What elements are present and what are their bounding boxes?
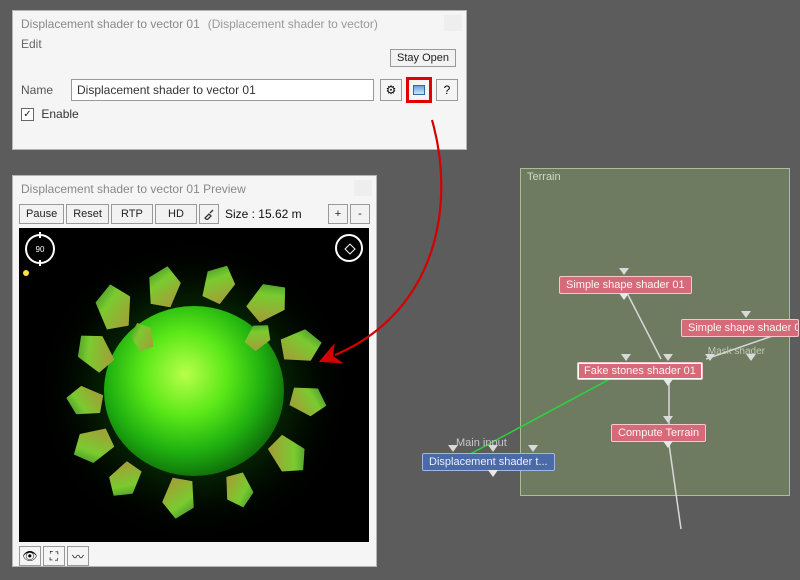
stay-open-button[interactable]: Stay Open <box>390 49 456 67</box>
node-fake-stones-shader[interactable]: Fake stones shader 01 <box>577 362 703 380</box>
enable-checkbox[interactable] <box>21 108 34 121</box>
preview-viewport[interactable]: 90 <box>19 228 369 542</box>
zoom-in-button[interactable]: + <box>328 204 348 224</box>
sun-indicator-icon <box>23 270 29 276</box>
curve-icon[interactable]: 〰 <box>67 546 89 566</box>
mask-shader-label: Mask shader <box>708 346 765 357</box>
compass-icon[interactable]: 90 <box>25 234 55 264</box>
close-icon[interactable] <box>354 180 372 196</box>
group-title: Terrain <box>527 171 561 183</box>
size-label: Size : 15.62 m <box>221 207 306 221</box>
eye-icon[interactable]: 👁 <box>19 546 41 566</box>
name-input[interactable] <box>71 79 374 101</box>
help-icon[interactable]: ? <box>436 79 458 101</box>
gear-icon[interactable]: ⚙ <box>380 79 402 101</box>
dialog-titlebar[interactable]: Displacement shader to vector 01 (Displa… <box>13 11 466 33</box>
dialog-subtitle: (Displacement shader to vector) <box>208 17 378 31</box>
preview-bottom-toolbar: 👁 ⛶ 〰 <box>13 542 376 570</box>
hd-button[interactable]: HD <box>155 204 197 224</box>
node-properties-dialog: Displacement shader to vector 01 (Displa… <box>12 10 467 150</box>
preview-window-icon <box>413 85 425 95</box>
reset-button[interactable]: Reset <box>66 204 109 224</box>
dialog-title: Displacement shader to vector 01 <box>21 17 200 31</box>
orbit-control-icon[interactable] <box>335 234 363 262</box>
preview-toolbar: Pause Reset RTP HD Size : 15.62 m + - <box>13 202 376 228</box>
main-input-label: Main input <box>456 437 507 449</box>
pause-button[interactable]: Pause <box>19 204 64 224</box>
show-preview-icon[interactable] <box>408 79 430 101</box>
node-displacement-shader[interactable]: Displacement shader t... <box>422 453 555 471</box>
fit-icon[interactable]: ⛶ <box>43 546 65 566</box>
name-label: Name <box>21 83 65 97</box>
preview-dialog: Displacement shader to vector 01 Preview… <box>12 175 377 567</box>
node-simple-shape-shader-2[interactable]: Simple shape shader 0 <box>681 319 799 337</box>
brush-icon[interactable] <box>199 204 219 224</box>
rtp-button[interactable]: RTP <box>111 204 153 224</box>
node-graph-terrain-group[interactable]: Terrain Simple shape shader 01 Simple sh… <box>520 168 790 496</box>
node-compute-terrain[interactable]: Compute Terrain <box>611 424 706 442</box>
preview-title: Displacement shader to vector 01 Preview <box>13 176 376 202</box>
rendered-object <box>64 271 324 511</box>
close-icon[interactable] <box>444 15 462 31</box>
enable-label: Enable <box>41 107 78 121</box>
zoom-out-button[interactable]: - <box>350 204 370 224</box>
node-simple-shape-shader-1[interactable]: Simple shape shader 01 <box>559 276 692 294</box>
